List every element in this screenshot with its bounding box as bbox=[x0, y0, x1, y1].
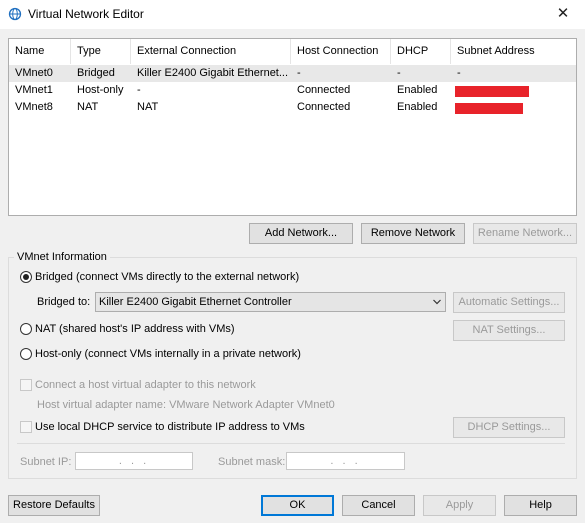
subnet-ip-input[interactable]: . . . bbox=[75, 452, 193, 470]
column-header-external-connection[interactable]: External Connection bbox=[131, 39, 291, 64]
nat-label[interactable]: NAT (shared host's IP address with VMs) bbox=[35, 322, 235, 336]
bridged-to-label: Bridged to: bbox=[37, 296, 91, 308]
subnet-ip-label: Subnet IP: bbox=[20, 456, 72, 468]
connect-host-adapter-label[interactable]: Connect a host virtual adapter to this n… bbox=[35, 378, 256, 392]
chevron-down-icon bbox=[433, 299, 441, 305]
table-row-vmnet0[interactable]: VMnet0 Bridged Killer E2400 Gigabit Ethe… bbox=[9, 65, 576, 82]
host-only-label[interactable]: Host-only (connect VMs internally in a p… bbox=[35, 347, 301, 361]
cell-external-connection: NAT bbox=[137, 101, 159, 113]
cell-type: Host-only bbox=[77, 84, 124, 96]
ok-button[interactable]: OK bbox=[261, 495, 334, 516]
column-header-host-connection[interactable]: Host Connection bbox=[291, 39, 391, 64]
cell-type: Bridged bbox=[77, 67, 115, 79]
cell-name: VMnet1 bbox=[15, 84, 53, 96]
nat-settings-button[interactable]: NAT Settings... bbox=[453, 320, 565, 341]
table-row-vmnet1[interactable]: VMnet1 Host-only - Connected Enabled bbox=[9, 82, 576, 99]
cell-host-connection: Connected bbox=[297, 84, 351, 96]
bridged-to-value: Killer E2400 Gigabit Ethernet Controller bbox=[99, 296, 292, 308]
host-only-radio[interactable] bbox=[20, 348, 32, 360]
cell-type: NAT bbox=[77, 101, 99, 113]
network-table[interactable]: Name Type External Connection Host Conne… bbox=[8, 38, 577, 216]
restore-defaults-button[interactable]: Restore Defaults bbox=[8, 495, 100, 516]
subnet-redaction-bar bbox=[455, 103, 523, 114]
local-dhcp-checkbox[interactable] bbox=[20, 421, 32, 433]
subnet-mask-label: Subnet mask: bbox=[218, 456, 286, 468]
cell-subnet-address: - bbox=[457, 67, 461, 79]
bridged-to-dropdown[interactable]: Killer E2400 Gigabit Ethernet Controller bbox=[95, 292, 446, 312]
connect-host-adapter-checkbox[interactable] bbox=[20, 379, 32, 391]
radio-selected-dot bbox=[23, 274, 29, 280]
help-button[interactable]: Help bbox=[504, 495, 577, 516]
host-adapter-name-text: Host virtual adapter name: VMware Networ… bbox=[37, 399, 335, 411]
local-dhcp-label[interactable]: Use local DHCP service to distribute IP … bbox=[35, 420, 305, 434]
group-label: VMnet Information bbox=[14, 250, 110, 264]
add-network-button[interactable]: Add Network... bbox=[249, 223, 353, 244]
cell-host-connection: - bbox=[297, 67, 301, 79]
vmnet-information-group bbox=[8, 257, 577, 479]
table-row-vmnet8[interactable]: VMnet8 NAT NAT Connected Enabled bbox=[9, 99, 576, 116]
dhcp-settings-button[interactable]: DHCP Settings... bbox=[453, 417, 565, 438]
column-header-dhcp[interactable]: DHCP bbox=[391, 39, 451, 64]
cell-host-connection: Connected bbox=[297, 101, 351, 113]
window-title: Virtual Network Editor bbox=[28, 7, 144, 21]
automatic-settings-button[interactable]: Automatic Settings... bbox=[453, 292, 565, 313]
subnet-mask-input[interactable]: . . . bbox=[286, 452, 405, 470]
nat-radio[interactable] bbox=[20, 323, 32, 335]
cell-external-connection: Killer E2400 Gigabit Ethernet... bbox=[137, 67, 289, 79]
bridged-radio[interactable] bbox=[20, 271, 32, 283]
column-header-name[interactable]: Name bbox=[9, 39, 71, 64]
cell-dhcp: - bbox=[397, 67, 401, 79]
cell-dhcp: Enabled bbox=[397, 84, 438, 96]
cell-name: VMnet0 bbox=[15, 67, 53, 79]
cell-external-connection: - bbox=[137, 84, 141, 96]
divider bbox=[17, 443, 565, 444]
column-header-subnet-address[interactable]: Subnet Address bbox=[451, 39, 576, 64]
rename-network-button[interactable]: Rename Network... bbox=[473, 223, 577, 244]
remove-network-button[interactable]: Remove Network bbox=[361, 223, 465, 244]
apply-button[interactable]: Apply bbox=[423, 495, 496, 516]
bridged-label[interactable]: Bridged (connect VMs directly to the ext… bbox=[35, 270, 299, 284]
close-button[interactable]: ✕ bbox=[548, 3, 578, 25]
title-bar: Virtual Network Editor ✕ bbox=[0, 0, 585, 29]
subnet-redaction-bar bbox=[455, 86, 529, 97]
cancel-button[interactable]: Cancel bbox=[342, 495, 415, 516]
cell-dhcp: Enabled bbox=[397, 101, 438, 113]
network-globe-icon bbox=[8, 7, 22, 21]
column-header-type[interactable]: Type bbox=[71, 39, 131, 64]
cell-name: VMnet8 bbox=[15, 101, 53, 113]
subnet-mask-dots: . . . bbox=[330, 455, 361, 467]
subnet-ip-dots: . . . bbox=[118, 455, 150, 467]
